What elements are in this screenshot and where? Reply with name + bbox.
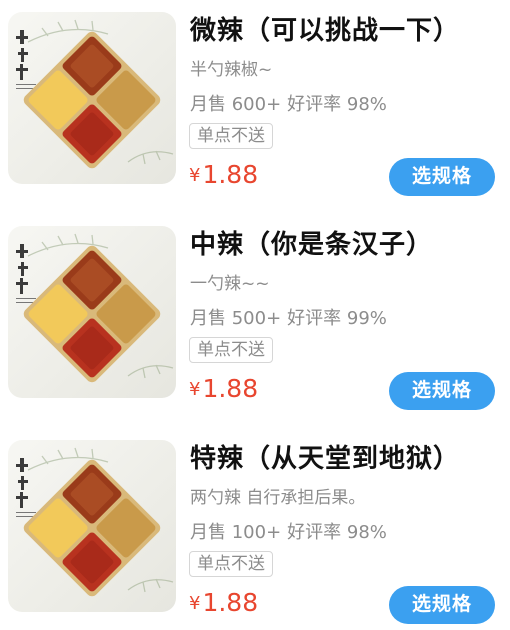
price-value: 1.88 [202,160,259,189]
product-item[interactable]: 特辣（从天堂到地狱） 两勺辣 自行承担后果。 月售 100+ 好评率 98% 单点… [0,428,510,628]
price-value: 1.88 [202,588,259,617]
monthly-sales: 月售 100+ [190,522,282,543]
status-badge: 单点不送 [189,551,273,577]
product-price: ¥1.88 [189,588,258,617]
product-item[interactable]: 中辣（你是条汉子） 一勺辣~~ 月售 500+ 好评率 99% 单点不送 ¥1.8… [0,214,510,414]
product-list: 微辣（可以挑战一下） 半勺辣椒~ 月售 600+ 好评率 98% 单点不送 ¥1.… [0,0,510,630]
select-spec-button[interactable]: 选规格 [389,372,495,410]
status-badge: 单点不送 [189,337,273,363]
product-image[interactable] [8,12,176,184]
product-stats: 月售 500+ 好评率 99% [190,304,387,330]
rating: 好评率 98% [287,522,387,543]
product-description: 半勺辣椒~ [190,60,273,80]
product-description: 两勺辣 自行承担后果。 [190,488,366,508]
currency-symbol: ¥ [189,593,201,614]
product-price: ¥1.88 [189,374,258,403]
price-value: 1.88 [202,374,259,403]
product-stats: 月售 100+ 好评率 98% [190,518,387,544]
rating: 好评率 99% [287,308,387,329]
monthly-sales: 月售 500+ [190,308,282,329]
brand-logo [16,244,36,303]
product-title: 特辣（从天堂到地狱） [190,444,461,474]
product-title: 微辣（可以挑战一下） [190,16,461,46]
currency-symbol: ¥ [189,379,201,400]
select-spec-button[interactable]: 选规格 [389,158,495,196]
brand-logo [16,458,36,517]
currency-symbol: ¥ [189,165,201,186]
brand-logo [16,30,36,89]
product-item[interactable]: 微辣（可以挑战一下） 半勺辣椒~ 月售 600+ 好评率 98% 单点不送 ¥1.… [0,0,510,200]
product-description: 一勺辣~~ [190,274,270,294]
product-image[interactable] [8,226,176,398]
product-stats: 月售 600+ 好评率 98% [190,90,387,116]
product-price: ¥1.88 [189,160,258,189]
rating: 好评率 98% [287,94,387,115]
select-spec-button[interactable]: 选规格 [389,586,495,624]
product-image[interactable] [8,440,176,612]
product-title: 中辣（你是条汉子） [190,230,434,260]
status-badge: 单点不送 [189,123,273,149]
monthly-sales: 月售 600+ [190,94,282,115]
